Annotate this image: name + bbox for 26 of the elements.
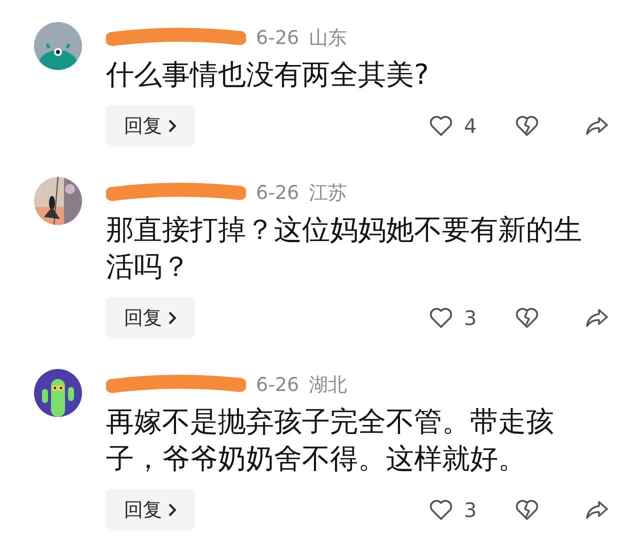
chevron-icon: [168, 311, 177, 325]
comment-location: 山东: [309, 26, 348, 51]
reply-button[interactable]: 回复: [106, 297, 195, 339]
comment-date: 6-26: [256, 182, 300, 204]
heart-icon[interactable]: [428, 305, 454, 331]
comment-date: 6-26: [256, 374, 300, 396]
avatar-icon[interactable]: [34, 22, 82, 70]
avatar-icon[interactable]: [34, 369, 82, 417]
reply-button[interactable]: 回复: [106, 105, 195, 147]
heart-icon[interactable]: [428, 497, 454, 523]
broken-heart-icon[interactable]: [514, 305, 540, 331]
comment-date: 6-26: [256, 27, 300, 49]
reply-button[interactable]: 回复: [106, 489, 195, 531]
like-count: 3: [464, 498, 478, 522]
chevron-icon: [168, 119, 177, 133]
comment-location: 江苏: [309, 181, 348, 206]
comment-location: 湖北: [309, 373, 348, 398]
broken-heart-icon[interactable]: [514, 497, 540, 523]
comment-text: 再嫁不是抛弃孩子完全不管。带走孩子，爷爷奶奶舍不得。这样就好。: [106, 404, 555, 477]
heart-icon[interactable]: [428, 113, 454, 139]
comment-text: 什么事情也没有两全其美?: [106, 57, 430, 93]
like-count: 4: [464, 114, 478, 138]
comment-text: 那直接打掉？这位妈妈她不要有新的生活吗？: [106, 212, 583, 285]
chevron-icon: [168, 503, 177, 517]
broken-heart-icon[interactable]: [514, 113, 540, 139]
like-count: 3: [464, 306, 478, 330]
